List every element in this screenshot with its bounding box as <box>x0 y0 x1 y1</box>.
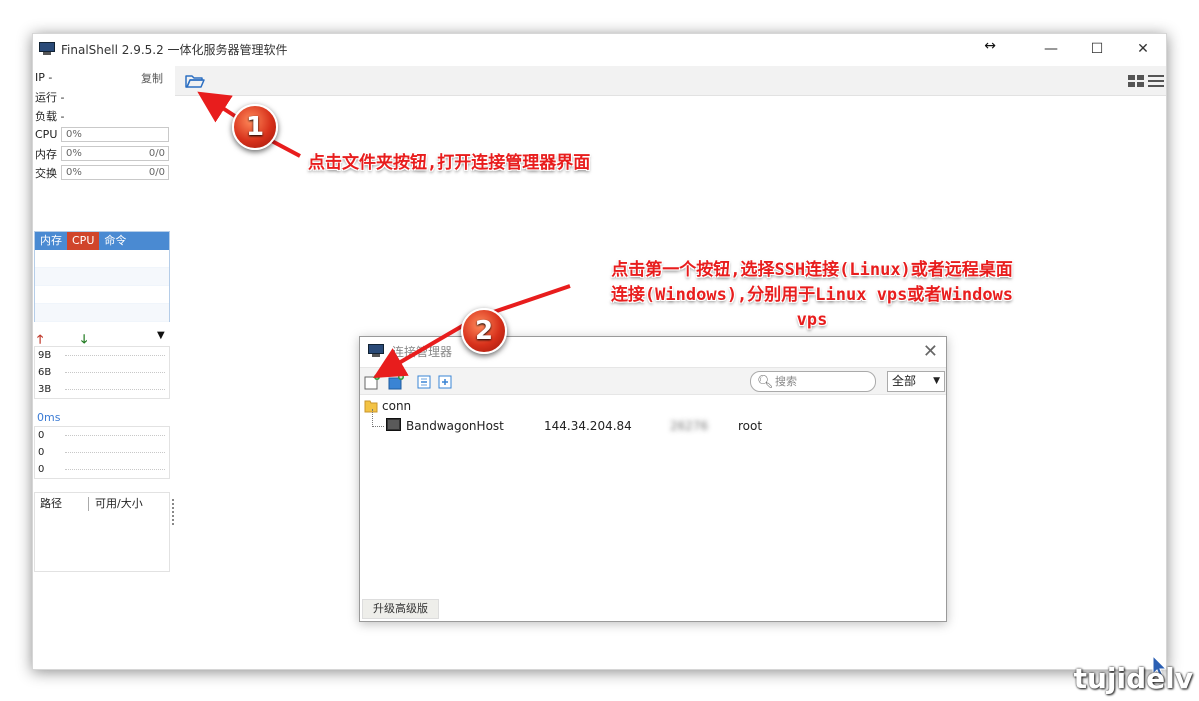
step-2-line-1: 点击第一个按钮,选择SSH连接(Linux)或者远程桌面 <box>611 260 1013 280</box>
step-1-badge: 1 <box>232 104 278 150</box>
watermark: tujidelv <box>1073 662 1193 695</box>
step-2-line-2: 连接(Windows),分别用于Linux vps或者Windows <box>610 285 1014 305</box>
step-1-instruction: 点击文件夹按钮,打开连接管理器界面 <box>308 153 591 173</box>
step-2-instruction: 点击第一个按钮,选择SSH连接(Linux)或者远程桌面 连接(Windows)… <box>572 258 1052 333</box>
annotation-arrows <box>197 91 571 379</box>
screenshot-stage: FinalShell 2.9.5.2 一体化服务器管理软件 ↔ — ☐ ✕ IP… <box>0 0 1199 701</box>
step-2-badge: 2 <box>461 308 507 354</box>
step-2-line-3: vps <box>796 310 828 330</box>
